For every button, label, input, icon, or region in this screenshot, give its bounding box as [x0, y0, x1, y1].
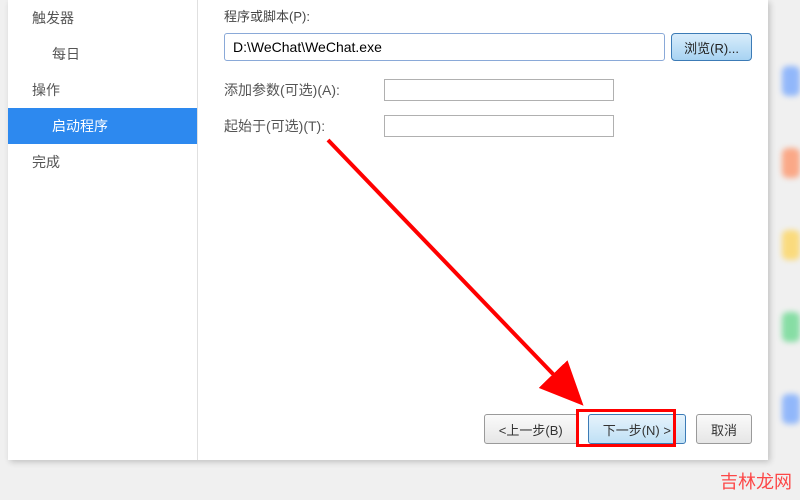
sidebar-label: 操作 [32, 82, 60, 98]
annotation-arrow [308, 130, 628, 420]
program-path-row: 浏览(R)... [224, 33, 752, 61]
sidebar-item-action[interactable]: 操作 [8, 72, 197, 108]
cancel-button[interactable]: 取消 [696, 414, 752, 444]
back-button[interactable]: <上一步(B) [484, 414, 578, 444]
browse-button[interactable]: 浏览(R)... [671, 33, 752, 61]
sidebar-label: 每日 [52, 46, 80, 62]
wizard-sidebar: 触发器 每日 操作 启动程序 完成 [8, 0, 198, 460]
startin-row: 起始于(可选)(T): [224, 115, 752, 137]
program-path-label: 程序或脚本(P): [224, 6, 752, 25]
startin-label: 起始于(可选)(T): [224, 116, 384, 136]
sidebar-item-daily[interactable]: 每日 [8, 36, 197, 72]
args-label: 添加参数(可选)(A): [224, 80, 384, 100]
watermark-text: 吉林龙网 [720, 468, 792, 494]
sidebar-item-trigger[interactable]: 触发器 [8, 0, 197, 36]
startin-input[interactable] [384, 115, 614, 137]
background-decoration [782, 40, 800, 450]
sidebar-label: 完成 [32, 154, 60, 170]
sidebar-label: 触发器 [32, 10, 74, 26]
sidebar-label: 启动程序 [52, 118, 108, 134]
program-path-input[interactable] [224, 33, 665, 61]
args-row: 添加参数(可选)(A): [224, 79, 752, 101]
next-button[interactable]: 下一步(N) > [588, 414, 686, 444]
main-panel: 程序或脚本(P): 浏览(R)... 添加参数(可选)(A): 起始于(可选)(… [208, 0, 768, 151]
wizard-buttons: <上一步(B) 下一步(N) > 取消 [484, 414, 752, 444]
dialog-window: 触发器 每日 操作 启动程序 完成 程序或脚本(P): 浏览(R)... 添加参… [8, 0, 768, 460]
sidebar-item-finish[interactable]: 完成 [8, 144, 197, 180]
sidebar-item-start-program[interactable]: 启动程序 [8, 108, 197, 144]
args-input[interactable] [384, 79, 614, 101]
